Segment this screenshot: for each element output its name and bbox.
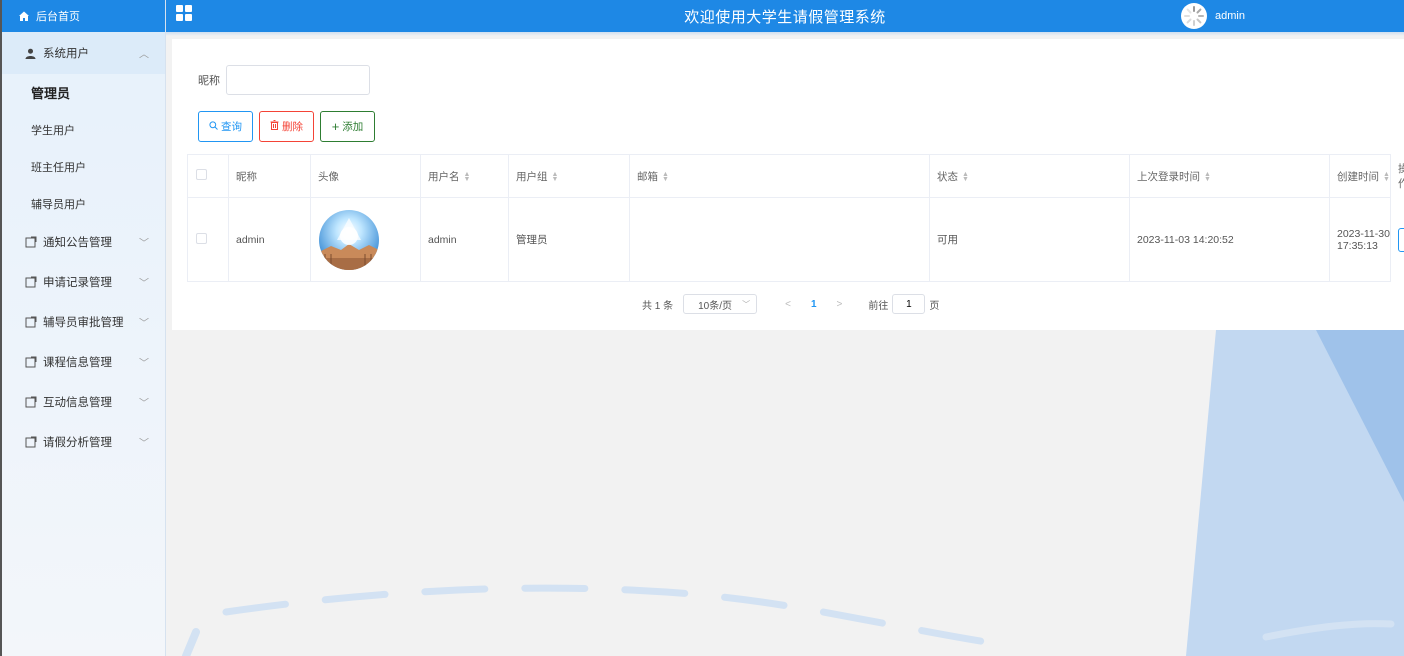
search-form: 昵称	[198, 65, 370, 95]
delete-button-label: 删除	[282, 121, 303, 133]
goto-page: 前往 页	[868, 294, 939, 314]
chevron-down-icon: ﹀	[139, 318, 149, 330]
sidebar-item-students[interactable]: 学生用户	[2, 111, 165, 148]
delete-button[interactable]: 删除	[259, 111, 314, 142]
sidebar-group-label: 通知公告管理	[43, 237, 112, 249]
sidebar-group-system-users[interactable]: 系统用户 ︿	[2, 32, 165, 74]
sidebar-item-counselors[interactable]: 辅导员用户	[2, 185, 165, 222]
sidebar-group-label: 课程信息管理	[43, 357, 112, 369]
main-panel: 昵称 查询 删除 + 添加 昵称 头像 用户名 ▲ ▼ 用户组 ▲ ▼ 邮箱 ▲…	[172, 39, 1404, 330]
avatar-cell	[310, 197, 421, 282]
next-page-icon[interactable]: >	[837, 299, 843, 310]
sidebar-group-notices[interactable]: 通知公告管理 ﹀	[2, 222, 165, 262]
nickname-cell: admin	[228, 197, 311, 282]
search-icon	[209, 120, 218, 133]
username-label: admin	[1215, 10, 1245, 22]
chevron-down-icon: ﹀	[139, 278, 149, 290]
plus-icon: +	[331, 119, 340, 134]
created-cell: 2023-11-30 17:35:13	[1329, 197, 1391, 282]
add-button[interactable]: + 添加	[320, 111, 375, 142]
username-cell: admin	[420, 197, 509, 282]
chevron-down-icon: ﹀	[139, 438, 149, 450]
chevron-down-icon: ﹀	[139, 398, 149, 410]
total-count: 共 1 条	[642, 300, 674, 312]
sort-icon[interactable]: ▲ ▼	[662, 171, 669, 183]
goto-suffix: 页	[929, 300, 940, 312]
goto-prefix: 前往	[868, 300, 889, 312]
row-select-cell	[187, 197, 229, 282]
user-icon	[24, 47, 37, 60]
sidebar-item-head-teachers[interactable]: 班主任用户	[2, 148, 165, 185]
column-header[interactable]: 邮箱 ▲ ▼	[629, 154, 930, 198]
pagination: 共 1 条 10条/页 ﹀ < 1 > 前往 页	[642, 294, 939, 314]
sidebar-group-applications[interactable]: 申请记录管理 ﹀	[2, 262, 165, 302]
page-size-select[interactable]: 10条/页 ﹀	[683, 294, 758, 314]
detail-button[interactable]: 详情	[1398, 227, 1404, 252]
chevron-down-icon: ﹀	[139, 358, 149, 370]
menu-icon	[24, 236, 37, 249]
goto-page-input[interactable]	[892, 294, 926, 314]
users-table: 昵称 头像 用户名 ▲ ▼ 用户组 ▲ ▼ 邮箱 ▲ ▼ 状态 ▲ ▼ 上次登录时间 ▲ ▼ 创建时…	[187, 154, 1404, 282]
sidebar-group-label: 互动信息管理	[43, 397, 112, 409]
trash-icon	[270, 120, 279, 133]
table-row: admin admin 管理员 可用 2023-11-03 14:20:52 2…	[187, 197, 1404, 282]
home-icon	[18, 10, 30, 22]
status-cell: 可用	[929, 197, 1130, 282]
query-button-label: 查询	[221, 121, 242, 133]
menu-icon	[24, 276, 37, 289]
sidebar-group-label: 辅导员审批管理	[43, 317, 124, 329]
sort-icon[interactable]: ▲ ▼	[552, 171, 559, 183]
sidebar-home-link[interactable]: 后台首页	[2, 0, 165, 32]
sidebar-home-label: 后台首页	[36, 11, 80, 23]
avatar-image	[319, 209, 379, 270]
sort-icon[interactable]: ▲ ▼	[1383, 171, 1390, 183]
search-label: 昵称	[198, 75, 220, 87]
column-header[interactable]: 状态 ▲ ▼	[929, 154, 1130, 198]
sidebar-item-admin[interactable]: 管理员	[2, 74, 165, 111]
column-header[interactable]: 用户组 ▲ ▼	[508, 154, 630, 198]
user-menu[interactable]: admin	[1181, 0, 1245, 32]
sidebar-group-label: 系统用户	[43, 48, 89, 60]
select-all-checkbox[interactable]	[196, 169, 207, 180]
sort-icon[interactable]: ▲ ▼	[962, 171, 969, 183]
sort-icon[interactable]: ▲ ▼	[464, 171, 471, 183]
menu-icon	[24, 396, 37, 409]
sort-icon[interactable]: ▲ ▼	[1204, 171, 1211, 183]
sidebar-group-counselor-approvals[interactable]: 辅导员审批管理 ﹀	[2, 302, 165, 342]
chevron-down-icon: ﹀	[139, 238, 149, 250]
menu-icon	[24, 436, 37, 449]
email-cell	[629, 197, 930, 282]
sidebar-group-interactions[interactable]: 互动信息管理 ﹀	[2, 382, 165, 422]
nickname-search-input[interactable]	[226, 65, 370, 95]
avatar	[1181, 3, 1207, 29]
toolbar: 查询 删除 + 添加	[198, 111, 381, 142]
table-header-row: 昵称 头像 用户名 ▲ ▼ 用户组 ▲ ▼ 邮箱 ▲ ▼ 状态 ▲ ▼ 上次登录时间 ▲ ▼ 创建时…	[187, 154, 1404, 198]
sidebar-group-label: 请假分析管理	[43, 437, 112, 449]
sidebar-group-label: 申请记录管理	[43, 277, 112, 289]
row-checkbox[interactable]	[196, 232, 207, 244]
column-header[interactable]: 上次登录时间 ▲ ▼	[1129, 154, 1330, 198]
prev-page-icon[interactable]: <	[785, 299, 791, 310]
sidebar: 后台首页 系统用户 ︿ 管理员 学生用户 班主任用户 辅导员用户 通知公告管理 …	[0, 0, 166, 656]
add-button-label: 添加	[342, 121, 364, 133]
page-number[interactable]: 1	[811, 299, 817, 310]
chevron-up-icon: ︿	[139, 49, 149, 61]
menu-icon	[24, 316, 37, 329]
query-button[interactable]: 查询	[198, 111, 253, 142]
last-login-cell: 2023-11-03 14:20:52	[1129, 197, 1330, 282]
column-header: 头像	[310, 154, 421, 198]
top-header: 欢迎使用大学生请假管理系统 admin	[166, 0, 1404, 32]
group-cell: 管理员	[508, 197, 630, 282]
page-size-value: 10条/页	[698, 300, 733, 312]
select-all-cell	[187, 154, 229, 198]
sidebar-group-courses[interactable]: 课程信息管理 ﹀	[2, 342, 165, 382]
column-header[interactable]: 创建时间 ▲ ▼	[1329, 154, 1391, 198]
sidebar-group-leave-analysis[interactable]: 请假分析管理 ﹀	[2, 422, 165, 462]
column-header[interactable]: 用户名 ▲ ▼	[420, 154, 509, 198]
header-shadow	[166, 32, 1404, 36]
menu-icon	[24, 356, 37, 369]
chevron-down-icon: ﹀	[742, 299, 751, 309]
column-header: 昵称	[228, 154, 311, 198]
